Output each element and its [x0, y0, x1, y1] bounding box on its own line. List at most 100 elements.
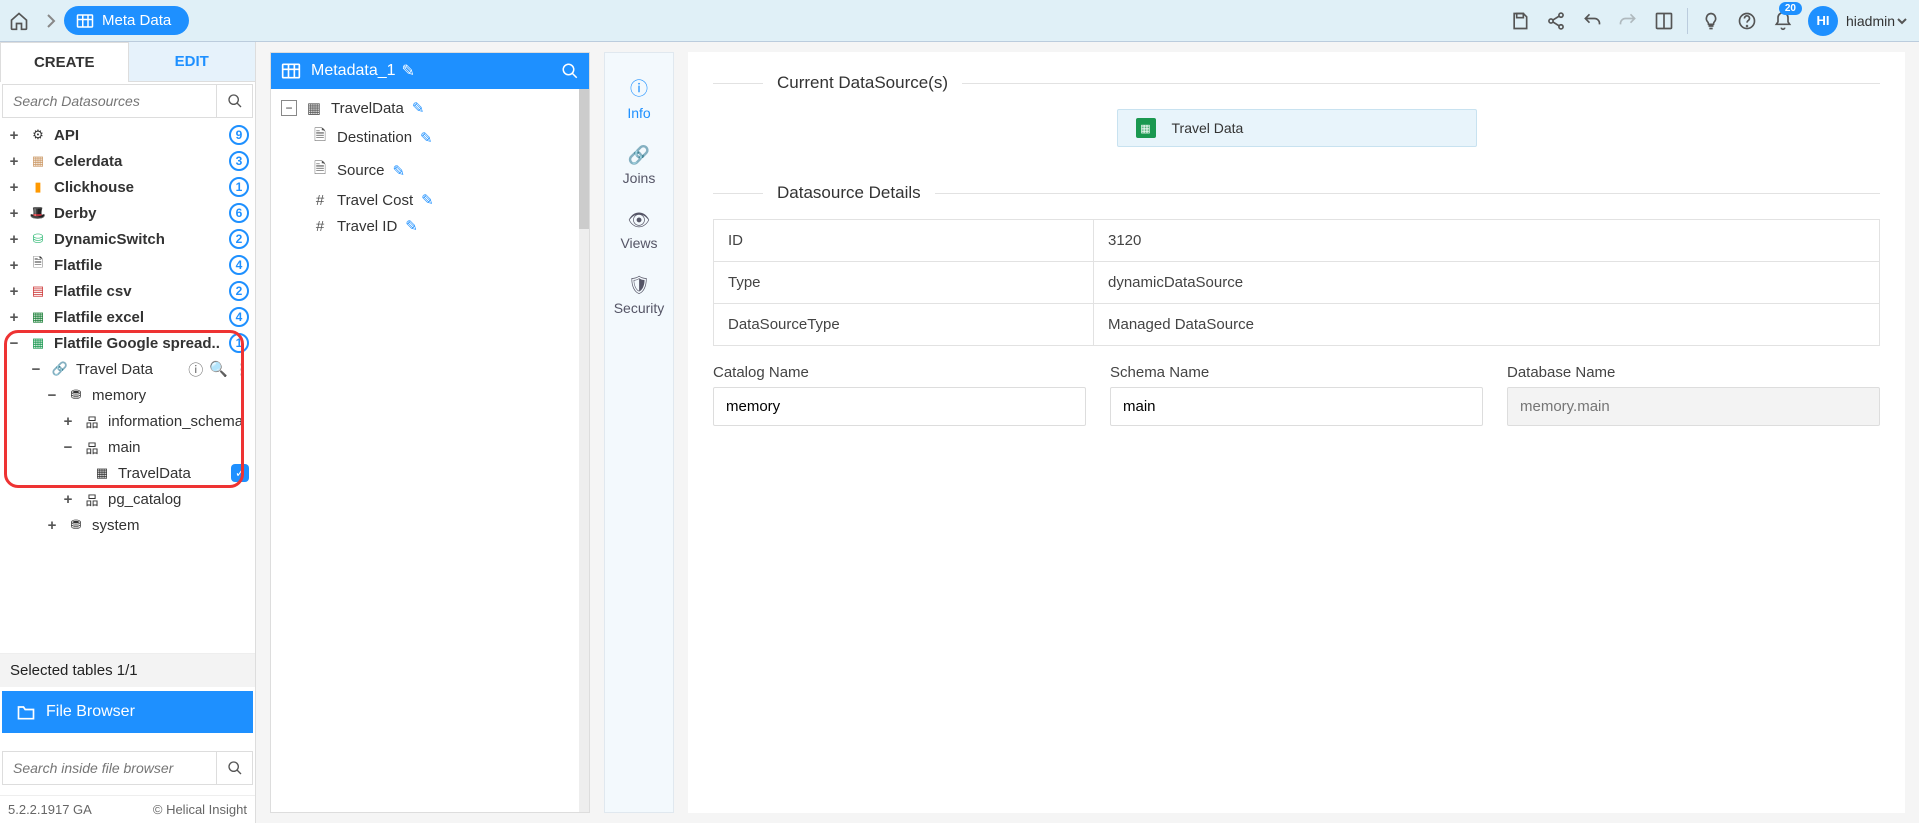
ds-item-memory[interactable]: −⛃memory: [0, 382, 255, 408]
database-label: Database Name: [1507, 364, 1880, 381]
metadata-title: Metadata_1: [311, 62, 396, 80]
folder-icon: [16, 703, 36, 721]
cell-value: 3120: [1094, 220, 1880, 262]
ds-item-dynamicswitch[interactable]: +⛁DynamicSwitch2: [0, 226, 255, 252]
schema-icon: ⛃: [66, 386, 86, 404]
ds-item-main[interactable]: −品main: [0, 434, 255, 460]
search-icon[interactable]: [216, 85, 252, 117]
table-row: TypedynamicDataSource: [714, 262, 1880, 304]
schema-label: Schema Name: [1110, 364, 1483, 381]
collapse-icon[interactable]: −: [281, 100, 297, 116]
more-icon[interactable]: ⋮: [234, 360, 249, 378]
field-travel-cost[interactable]: # Travel Cost ✎: [275, 187, 575, 213]
file-browser-button[interactable]: File Browser: [2, 691, 253, 733]
edit-icon[interactable]: ✎: [402, 61, 415, 81]
user-menu[interactable]: hiadmin: [1846, 13, 1907, 29]
edit-icon[interactable]: ✎: [420, 129, 433, 147]
redo-icon[interactable]: [1611, 4, 1645, 38]
info-icon: ⓘ: [630, 75, 648, 101]
undo-icon[interactable]: [1575, 4, 1609, 38]
ds-item-flatfile-gspread[interactable]: −▦Flatfile Google spread..1: [0, 330, 255, 356]
panel-icon[interactable]: [1647, 4, 1681, 38]
version-label: 5.2.2.1917 GA: [8, 802, 92, 817]
table-row: DataSourceTypeManaged DataSource: [714, 304, 1880, 346]
share-icon[interactable]: [1539, 4, 1573, 38]
datasource-chip[interactable]: ▦ Travel Data: [1117, 109, 1477, 147]
cell-value: Managed DataSource: [1094, 304, 1880, 346]
ds-item-flatfile-excel[interactable]: +▦Flatfile excel4: [0, 304, 255, 330]
ds-item-system[interactable]: +⛃system: [0, 512, 255, 538]
datasource-search-input[interactable]: [3, 85, 216, 117]
hash-icon: #: [311, 192, 329, 209]
gsheet-icon: ▦: [1136, 118, 1156, 138]
check-icon: ✓: [231, 464, 249, 482]
cell-key: Type: [714, 262, 1094, 304]
chevron-down-icon: [1897, 16, 1907, 26]
api-icon: ⚙: [28, 126, 48, 144]
tab-create[interactable]: CREATE: [0, 42, 129, 82]
field-label: Travel Cost: [337, 192, 413, 209]
ds-item-celerdata[interactable]: +▦Celerdata3: [0, 148, 255, 174]
table-icon: ▦: [305, 99, 323, 117]
edit-icon[interactable]: ✎: [393, 162, 406, 180]
edit-icon[interactable]: ✎: [405, 217, 418, 235]
home-button[interactable]: [0, 2, 38, 40]
breadcrumb-label: Meta Data: [102, 12, 171, 29]
save-dropdown-button[interactable]: [1503, 4, 1537, 38]
shield-icon: 🛡: [628, 275, 651, 296]
db-icon: ▦: [28, 152, 48, 170]
doc-icon: 🗎: [311, 125, 329, 150]
link-icon: 🔗: [628, 145, 650, 166]
ds-item-travel-data[interactable]: −🔗Travel Dataⓘ🔍⋮: [0, 356, 255, 382]
topbar: Meta Data 20 HI hiadmin: [0, 0, 1919, 42]
schema-input[interactable]: [1110, 387, 1483, 426]
ds-item-flatfile-csv[interactable]: +▤Flatfile csv2: [0, 278, 255, 304]
metadata-root[interactable]: − ▦ TravelData ✎: [275, 95, 575, 121]
ds-item-traveldata-table[interactable]: ▦TravelData✓: [0, 460, 255, 486]
metadata-panel: Metadata_1 ✎ − ▦ TravelData ✎ 🗎Destinatio…: [270, 52, 590, 813]
bulb-icon[interactable]: [1694, 4, 1728, 38]
database-input: [1507, 387, 1880, 426]
field-destination[interactable]: 🗎Destination✎: [275, 121, 575, 154]
vtab-info[interactable]: ⓘInfo: [605, 63, 673, 133]
breadcrumb-metadata[interactable]: Meta Data: [64, 6, 189, 35]
vtab-security[interactable]: 🛡 Security: [605, 263, 673, 328]
ds-item-api[interactable]: +⚙API9: [0, 122, 255, 148]
field-label: Travel ID: [337, 218, 397, 235]
ds-item-derby[interactable]: +🎩Derby6: [0, 200, 255, 226]
ds-item-clickhouse[interactable]: +▮Clickhouse1: [0, 174, 255, 200]
ds-item-pgcatalog[interactable]: +品pg_catalog: [0, 486, 255, 512]
vtab-joins[interactable]: 🔗Joins: [605, 133, 673, 198]
copyright-label: © Helical Insight: [153, 802, 247, 817]
vtab-label: Security: [614, 300, 665, 316]
catalog-label: Catalog Name: [713, 364, 1086, 381]
edit-icon[interactable]: ✎: [412, 99, 425, 117]
help-icon[interactable]: [1730, 4, 1764, 38]
db-icon: 🎩: [28, 204, 48, 222]
detail-tabs: ⓘInfo 🔗Joins 👁Views 🛡 Security: [604, 52, 674, 813]
gsheet-icon: ▦: [28, 334, 48, 352]
ds-item-info-schema[interactable]: +品information_schema: [0, 408, 255, 434]
tab-edit[interactable]: EDIT: [129, 42, 256, 82]
edit-icon[interactable]: ✎: [421, 191, 434, 209]
info-icon[interactable]: ⓘ: [188, 359, 203, 380]
scrollbar[interactable]: [579, 89, 589, 812]
catalog-input[interactable]: [713, 387, 1086, 426]
breadcrumb-chevron-icon[interactable]: [38, 2, 64, 40]
search-icon[interactable]: [561, 62, 579, 80]
ds-item-flatfile[interactable]: +🗎Flatfile4: [0, 252, 255, 278]
file-browser-label: File Browser: [46, 703, 135, 721]
csv-icon: ▤: [28, 282, 48, 300]
schema-icon: ⛃: [66, 516, 86, 534]
field-travel-id[interactable]: #Travel ID✎: [275, 213, 575, 239]
search-icon[interactable]: [216, 752, 252, 784]
notification-icon[interactable]: 20: [1766, 4, 1800, 38]
link-icon: 🔗: [50, 360, 70, 378]
field-source[interactable]: 🗎Source✎: [275, 154, 575, 187]
vtab-views[interactable]: 👁Views: [605, 198, 673, 263]
db-icon: ⛁: [28, 230, 48, 248]
search-icon[interactable]: 🔍: [209, 360, 228, 378]
avatar[interactable]: HI: [1808, 6, 1838, 36]
notification-badge: 20: [1779, 2, 1802, 15]
file-browser-search-input[interactable]: [3, 752, 216, 784]
